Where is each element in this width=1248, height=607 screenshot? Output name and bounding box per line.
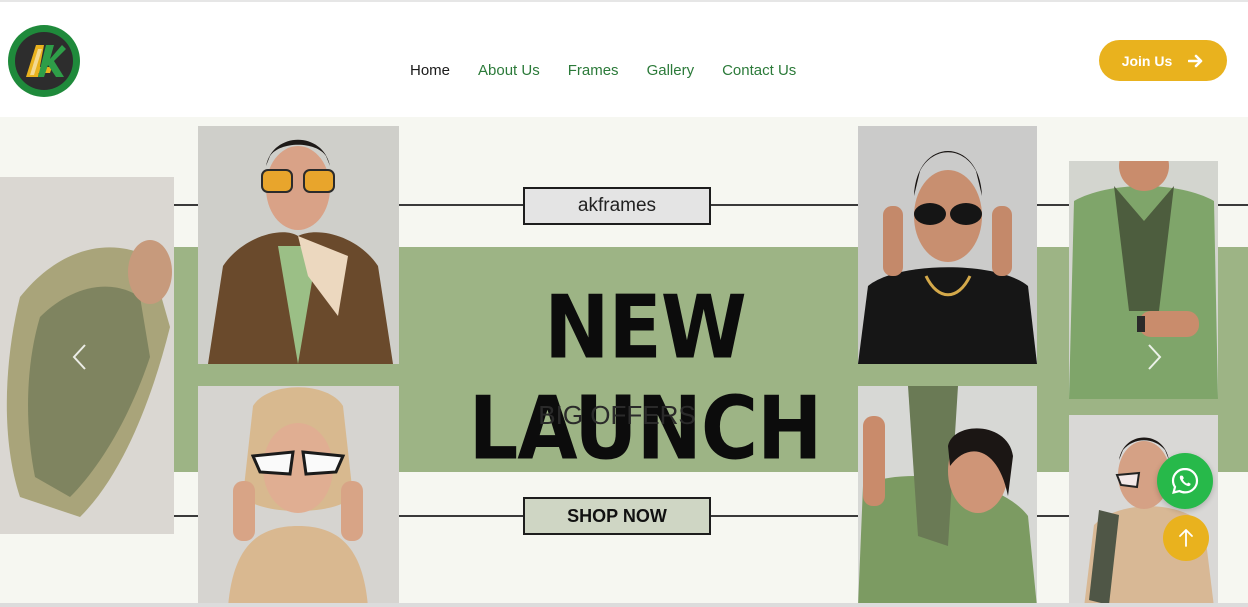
- hero-subheadline: BIG OFFERS: [538, 400, 696, 430]
- model-photo-black-sunglasses: [858, 126, 1037, 364]
- hero-headline: NEW LAUNCH: [468, 278, 823, 480]
- carousel-next-button[interactable]: [1140, 337, 1170, 377]
- hero-line: [399, 204, 523, 206]
- shop-now-button[interactable]: SHOP NOW: [523, 497, 711, 535]
- site-logo[interactable]: [8, 25, 80, 97]
- nav-home[interactable]: Home: [410, 62, 450, 79]
- hero-line: [399, 515, 523, 517]
- hero-line: [1037, 204, 1069, 206]
- page: Home About Us Frames Gallery Contact Us …: [0, 0, 1248, 607]
- nav-frames[interactable]: Frames: [568, 62, 619, 79]
- arrow-right-icon: [1188, 54, 1203, 67]
- site-header: Home About Us Frames Gallery Contact Us …: [0, 2, 1248, 117]
- nav-about-us[interactable]: About Us: [478, 62, 540, 79]
- join-us-label: Join Us: [1121, 52, 1173, 69]
- whatsapp-button[interactable]: [1157, 453, 1213, 509]
- carousel-prev-button[interactable]: [64, 337, 94, 377]
- chevron-left-icon: [72, 344, 86, 370]
- logo-inner: [15, 32, 73, 90]
- bottom-scrollbar: [0, 603, 1248, 607]
- shop-now-label: SHOP NOW: [567, 505, 667, 526]
- scroll-to-top-button[interactable]: [1163, 515, 1209, 561]
- model-photo-beige-jacket: [1069, 415, 1218, 607]
- nav-contact-us[interactable]: Contact Us: [722, 62, 796, 79]
- ak-logo-icon: [26, 45, 66, 77]
- join-us-button[interactable]: Join Us: [1099, 40, 1227, 81]
- chevron-right-icon: [1148, 344, 1162, 370]
- hero-line: [174, 515, 198, 517]
- whatsapp-icon: [1171, 467, 1199, 495]
- arrow-up-icon: [1179, 529, 1193, 547]
- model-photo-scarf-pose: [858, 386, 1037, 607]
- hero-banner: akframes NEW LAUNCH BIG OFFERS SHOP NOW: [0, 117, 1248, 607]
- hero-line: [1218, 204, 1248, 206]
- nav-gallery[interactable]: Gallery: [647, 62, 695, 79]
- hero-line: [174, 204, 198, 206]
- model-photo-white-cat-eye: [198, 386, 399, 607]
- model-photo-tortoise-glasses: [198, 126, 399, 364]
- brand-label-box: akframes: [523, 187, 711, 225]
- hero-line: [711, 515, 858, 517]
- hero-line: [1037, 515, 1069, 517]
- brand-label: akframes: [577, 195, 657, 216]
- main-nav: Home About Us Frames Gallery Contact Us: [410, 62, 796, 79]
- hero-line: [711, 204, 858, 206]
